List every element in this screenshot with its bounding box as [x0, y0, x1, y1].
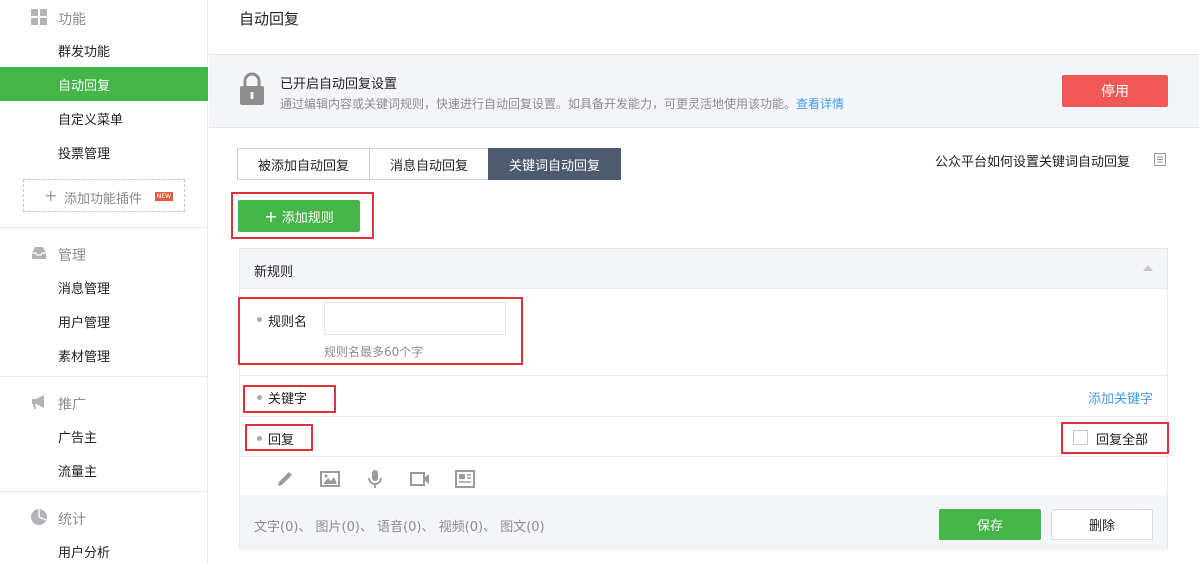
sidebar-section-stats: 统计 — [0, 500, 208, 534]
sidebar-item-advertiser[interactable]: 广告主 — [0, 419, 208, 453]
rule-header[interactable]: 新规则 — [240, 249, 1167, 289]
row-divider — [240, 375, 1167, 376]
sidebar-divider — [0, 491, 208, 492]
main-content: 自动回复 已开启自动回复设置 通过编辑内容或关键词规则，快速进行自动回复设置。如… — [209, 0, 1199, 563]
view-details-link[interactable]: 查看详情 — [796, 97, 844, 111]
sidebar-item-mass-send[interactable]: 群发功能 — [0, 33, 208, 67]
save-button[interactable]: 保存 — [939, 509, 1041, 540]
sidebar-item-message-manage[interactable]: 消息管理 — [0, 270, 208, 304]
annotation-box-reply — [245, 424, 313, 451]
reply-type-tabs: 被添加自动回复 消息自动回复 关键词自动回复 — [237, 148, 622, 180]
sidebar-section-promote: 推广 — [0, 385, 208, 419]
sidebar-section-title: 统计 — [58, 512, 86, 528]
status-banner: 已开启自动回复设置 通过编辑内容或关键词规则，快速进行自动回复设置。如具备开发能… — [209, 55, 1199, 128]
rule-footer: 文字(0)、 图片(0)、 语音(0)、 视频(0)、 图文(0) 保存 删除 — [240, 495, 1167, 548]
sidebar-section-title: 功能 — [58, 12, 86, 28]
add-keyword-link[interactable]: 添加关键字 — [1088, 388, 1153, 407]
help-link[interactable]: 公众平台如何设置关键词自动回复 — [935, 151, 1130, 170]
sidebar-section-functions: 功能 — [0, 0, 208, 34]
annotation-box-reply-all — [1061, 422, 1169, 454]
annotation-box-keyword — [243, 385, 336, 413]
pencil-icon[interactable] — [274, 468, 296, 490]
image-icon[interactable] — [319, 468, 341, 490]
document-icon[interactable] — [1154, 153, 1166, 166]
tab-message-reply[interactable]: 消息自动回复 — [369, 148, 490, 180]
sidebar-item-material-manage[interactable]: 素材管理 — [0, 338, 208, 372]
annotation-box-rule-name — [238, 297, 523, 365]
disable-button[interactable]: 停用 — [1062, 75, 1168, 107]
add-plugin-button[interactable]: + 添加功能插件 NEW — [23, 179, 185, 212]
sidebar: 功能 群发功能 自动回复 自定义菜单 投票管理 + 添加功能插件 NEW 管理 … — [0, 0, 208, 563]
inbox-icon — [32, 247, 46, 259]
add-plugin-label: 添加功能插件 — [64, 192, 143, 207]
sidebar-divider — [0, 376, 208, 377]
sidebar-section-title: 管理 — [58, 248, 86, 264]
sidebar-item-user-manage[interactable]: 用户管理 — [0, 304, 208, 338]
tab-added-reply[interactable]: 被添加自动回复 — [237, 148, 371, 180]
sidebar-section-manage: 管理 — [0, 236, 208, 270]
microphone-icon[interactable] — [364, 468, 386, 490]
sidebar-item-custom-menu[interactable]: 自定义菜单 — [0, 101, 208, 135]
article-icon[interactable] — [454, 468, 476, 490]
reply-counts: 文字(0)、 图片(0)、 语音(0)、 视频(0)、 图文(0) — [254, 520, 545, 535]
pie-chart-icon — [31, 509, 47, 525]
status-description: 通过编辑内容或关键词规则，快速进行自动回复设置。如具备开发能力，可更灵活地使用该… — [280, 97, 845, 111]
sidebar-section-title: 推广 — [58, 397, 86, 413]
status-title: 已开启自动回复设置 — [280, 77, 398, 92]
row-divider — [240, 456, 1167, 457]
lock-icon — [240, 72, 264, 105]
page-title: 自动回复 — [239, 10, 300, 28]
new-badge: NEW — [155, 192, 173, 201]
sidebar-divider — [0, 227, 208, 228]
plus-icon: + — [44, 186, 58, 205]
sidebar-item-traffic-host[interactable]: 流量主 — [0, 453, 208, 487]
rule-panel: 新规则 规则名 规则名最多60个字 关键字 添加关键字 回复 回复全部 文字(0… — [238, 248, 1169, 549]
collapse-arrow-icon[interactable] — [1143, 265, 1153, 271]
sidebar-item-vote-manage[interactable]: 投票管理 — [0, 135, 208, 169]
tab-keyword-reply[interactable]: 关键词自动回复 — [488, 148, 622, 180]
row-divider — [240, 416, 1167, 417]
grid-icon — [31, 9, 47, 25]
sidebar-item-auto-reply[interactable]: 自动回复 — [0, 67, 208, 101]
video-icon[interactable] — [409, 468, 431, 490]
rule-header-title: 新规则 — [254, 265, 294, 280]
sidebar-item-user-analysis[interactable]: 用户分析 — [0, 534, 208, 563]
megaphone-icon — [32, 395, 44, 409]
annotation-box-add-rule — [231, 192, 374, 239]
delete-button[interactable]: 删除 — [1051, 509, 1153, 540]
